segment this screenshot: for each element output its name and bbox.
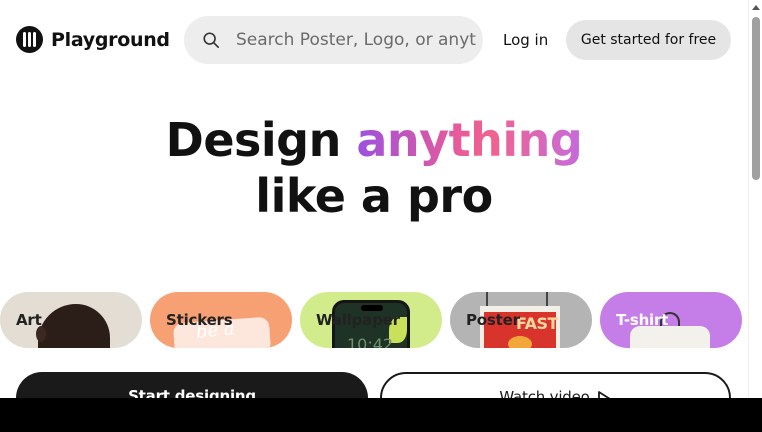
playground-logo-icon	[16, 26, 43, 53]
category-label: T-shirt	[616, 311, 669, 329]
get-started-button[interactable]: Get started for free	[566, 20, 731, 60]
category-poster[interactable]: Poster FAST	[450, 292, 592, 348]
brand-logo-link[interactable]: Playground	[16, 26, 170, 53]
hero-line1-prefix: Design	[165, 113, 357, 167]
play-icon	[597, 391, 610, 398]
watch-video-button[interactable]: Watch video	[380, 372, 731, 398]
login-link[interactable]: Log in	[503, 31, 548, 49]
search-bar[interactable]	[184, 16, 483, 64]
vertical-scrollbar[interactable]	[748, 0, 762, 398]
category-art[interactable]: Art	[0, 292, 142, 348]
watch-video-label: Watch video	[499, 388, 590, 398]
category-label: Art	[16, 311, 42, 329]
category-wallpaper[interactable]: Wallpaper 10:42	[300, 292, 442, 348]
search-input[interactable]	[236, 30, 476, 50]
brand-name: Playground	[51, 28, 170, 51]
category-tshirt[interactable]: T-shirt	[600, 292, 742, 348]
category-stickers[interactable]: Stickers be a	[150, 292, 292, 348]
start-designing-button[interactable]: Start designing	[16, 372, 368, 398]
scroll-up-arrow-icon[interactable]	[752, 5, 760, 10]
search-icon	[203, 32, 220, 49]
hero-accent-word: anything	[356, 113, 583, 167]
category-label: Wallpaper	[316, 311, 400, 329]
category-label: Stickers	[166, 311, 233, 329]
top-nav: Playground Log in Get started for free	[0, 0, 748, 80]
hero-line2: like a pro	[255, 169, 493, 223]
hero-heading: Design anything like a pro	[0, 112, 748, 224]
category-label: Poster	[466, 311, 520, 329]
scrollbar-thumb[interactable]	[752, 17, 760, 180]
page: Playground Log in Get started for free D…	[0, 0, 748, 398]
